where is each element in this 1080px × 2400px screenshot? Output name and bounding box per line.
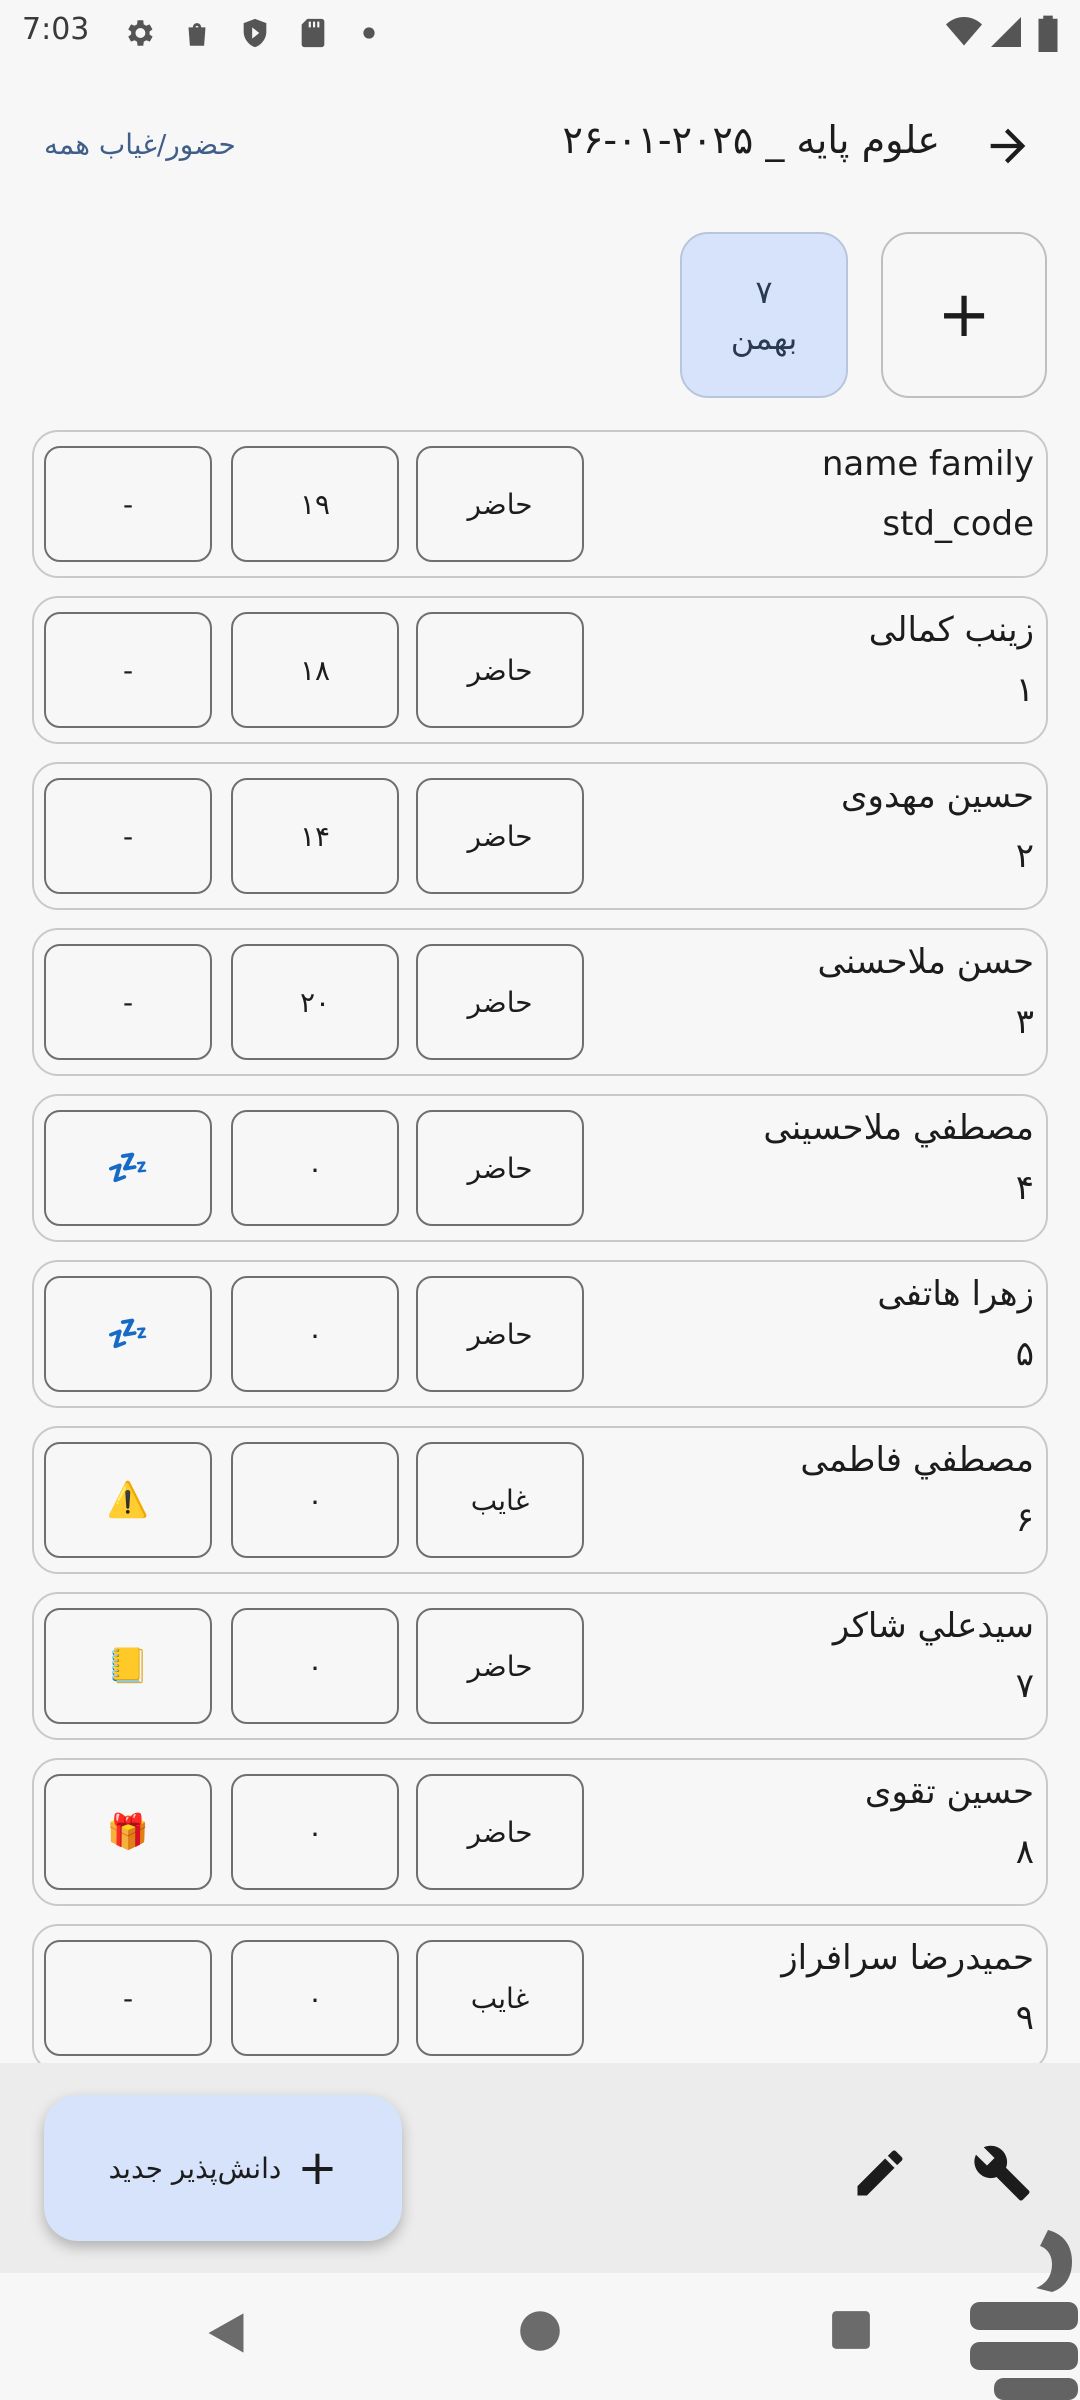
note-button[interactable]: 🎁 xyxy=(44,1774,212,1890)
attendance-status-button[interactable]: حاضر xyxy=(416,1608,584,1724)
note-button[interactable]: - xyxy=(44,778,212,894)
settings-icon xyxy=(128,20,153,46)
status-time: 7:03 xyxy=(22,12,90,47)
student-name: حسین مهدوی xyxy=(840,776,1034,816)
battery-icon xyxy=(1038,15,1058,52)
student-code: ۴ xyxy=(1015,1168,1034,1208)
note-button[interactable]: - xyxy=(44,1940,212,2056)
student-name: حمیدرضا سرافراز xyxy=(781,1938,1034,1978)
score-button[interactable]: ۱۴ xyxy=(231,778,399,894)
student-name: name family xyxy=(821,444,1034,484)
score-button[interactable]: ۰ xyxy=(231,1774,399,1890)
student-name: حسین تقوی xyxy=(864,1772,1034,1812)
student-name: مصطفي فاطمی xyxy=(800,1440,1034,1480)
note-button[interactable]: ⚠️ xyxy=(44,1442,212,1558)
session-date-chip[interactable]: ۷ بهمن xyxy=(680,232,848,398)
attendance-status-button[interactable]: غایب xyxy=(416,1940,584,2056)
app-bar: علوم پایه _ ۲۰۲۵-۰۱-۲۶ حضور/غیاب همه xyxy=(0,100,1080,190)
back-icon[interactable] xyxy=(204,2309,248,2357)
screen: 7:03 علوم پایه _ ۲۰۲۵-۰۱-۲۶ حضور/غیاب هم… xyxy=(0,0,1080,2400)
dot-icon xyxy=(363,27,375,39)
note-button[interactable]: - xyxy=(44,944,212,1060)
note-button[interactable]: - xyxy=(44,446,212,562)
note-button[interactable]: 📒 xyxy=(44,1608,212,1724)
new-student-label: دانش‌پذیر جدید xyxy=(108,2151,282,2185)
bag-icon xyxy=(188,23,206,46)
bottom-app-bar: + دانش‌پذیر جدید xyxy=(0,2063,1080,2273)
student-row[interactable]: زهرا هاتفی ۵ حاضر ۰ 💤 xyxy=(32,1260,1048,1408)
wrench-icon[interactable] xyxy=(972,2143,1032,2203)
score-button[interactable]: ۰ xyxy=(231,1276,399,1392)
attendance-all-link[interactable]: حضور/غیاب همه xyxy=(44,128,236,161)
shield-icon xyxy=(243,18,267,48)
student-code: ۹ xyxy=(1015,1998,1034,2038)
score-button[interactable]: ۰ xyxy=(231,1110,399,1226)
edit-icon[interactable] xyxy=(850,2143,910,2203)
student-code: ۲ xyxy=(1015,836,1034,876)
score-button[interactable]: ۲۰ xyxy=(231,944,399,1060)
wifi-icon xyxy=(946,17,982,46)
add-session-button[interactable]: + xyxy=(881,232,1047,398)
plus-icon: + xyxy=(297,2140,338,2196)
student-row[interactable]: حسین مهدوی ۲ حاضر ۱۴ - xyxy=(32,762,1048,910)
score-button[interactable]: ۱۸ xyxy=(231,612,399,728)
plus-icon: + xyxy=(937,278,991,352)
student-row[interactable]: حسین تقوی ۸ حاضر ۰ 🎁 xyxy=(32,1758,1048,1906)
attendance-status-button[interactable]: حاضر xyxy=(416,446,584,562)
note-button[interactable]: 💤 xyxy=(44,1276,212,1392)
attendance-status-button[interactable]: حاضر xyxy=(416,778,584,894)
student-row[interactable]: حمیدرضا سرافراز ۹ غایب ۰ - xyxy=(32,1924,1048,2072)
signal-icon xyxy=(991,17,1021,47)
note-button[interactable]: - xyxy=(44,612,212,728)
student-code: ۶ xyxy=(1015,1500,1034,1540)
page-title: علوم پایه _ ۲۰۲۵-۰۱-۲۶ xyxy=(562,118,941,162)
score-button[interactable]: ۰ xyxy=(231,1442,399,1558)
student-name: حسن ملاحسنی xyxy=(817,942,1034,982)
home-icon[interactable] xyxy=(518,2309,562,2353)
attendance-status-button[interactable]: حاضر xyxy=(416,1774,584,1890)
status-bar: 7:03 xyxy=(0,0,1080,66)
system-nav-bar xyxy=(0,2273,1080,2400)
student-row[interactable]: حسن ملاحسنی ۳ حاضر ۲۰ - xyxy=(32,928,1048,1076)
student-name: زینب کمالی xyxy=(868,610,1034,650)
new-student-button[interactable]: + دانش‌پذیر جدید xyxy=(44,2095,402,2241)
student-code: ۱ xyxy=(1015,670,1034,710)
student-code: ۸ xyxy=(1015,1832,1034,1872)
session-day: ۷ xyxy=(755,273,773,311)
student-name: مصطفي ملاحسینی xyxy=(763,1108,1034,1148)
student-code: std_code xyxy=(882,504,1034,544)
attendance-status-button[interactable]: غایب xyxy=(416,1442,584,1558)
attendance-status-button[interactable]: حاضر xyxy=(416,612,584,728)
student-name: زهرا هاتفی xyxy=(877,1274,1034,1314)
student-list: name family std_code حاضر ۱۹ - زینب کمال… xyxy=(32,430,1048,2090)
student-row[interactable]: name family std_code حاضر ۱۹ - xyxy=(32,430,1048,578)
student-code: ۷ xyxy=(1015,1666,1034,1706)
student-row[interactable]: زینب کمالی ۱ حاضر ۱۸ - xyxy=(32,596,1048,744)
student-row[interactable]: مصطفي فاطمی ۶ غایب ۰ ⚠️ xyxy=(32,1426,1048,1574)
session-month: بهمن xyxy=(730,319,798,357)
score-button[interactable]: ۰ xyxy=(231,1608,399,1724)
score-button[interactable]: ۰ xyxy=(231,1940,399,2056)
score-button[interactable]: ۱۹ xyxy=(231,446,399,562)
recents-icon[interactable] xyxy=(830,2309,872,2351)
attendance-status-button[interactable]: حاضر xyxy=(416,1276,584,1392)
sd-card-icon xyxy=(301,18,325,48)
student-name: سیدعلي شاکر xyxy=(832,1606,1034,1646)
app-store-logo-watermark xyxy=(970,2230,1078,2400)
student-row[interactable]: مصطفي ملاحسینی ۴ حاضر ۰ 💤 xyxy=(32,1094,1048,1242)
attendance-status-button[interactable]: حاضر xyxy=(416,944,584,1060)
student-code: ۵ xyxy=(1015,1334,1034,1374)
back-arrow-icon[interactable] xyxy=(982,120,1034,172)
note-button[interactable]: 💤 xyxy=(44,1110,212,1226)
student-code: ۳ xyxy=(1015,1002,1034,1042)
attendance-status-button[interactable]: حاضر xyxy=(416,1110,584,1226)
student-row[interactable]: سیدعلي شاکر ۷ حاضر ۰ 📒 xyxy=(32,1592,1048,1740)
